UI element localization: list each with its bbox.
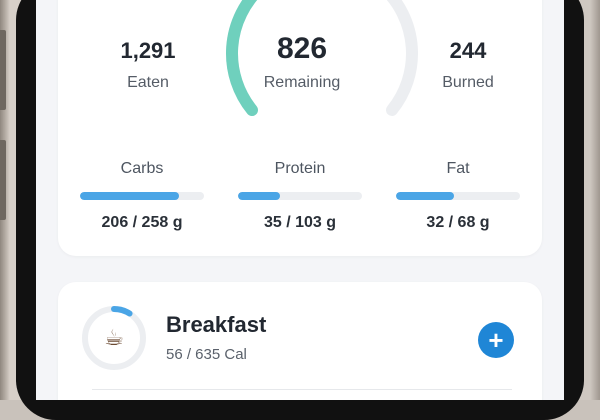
macro-fat: Fat 32 / 68 g [396,160,520,232]
macro-progress-track [238,192,362,200]
macro-progress-fill [238,192,281,200]
coffee-icon: ☕ [104,325,124,350]
macro-carbs: Carbs 206 / 258 g [80,160,204,232]
calorie-summary-card: 1,291 Eaten 826 Remaining 244 Burned Car… [58,0,542,256]
app-screen: 1,291 Eaten 826 Remaining 244 Burned Car… [36,0,564,400]
macro-name: Carbs [120,160,164,177]
burned-label: Burned [442,74,494,91]
macro-progress-fill [396,192,455,200]
remaining-value: 826 [276,32,328,65]
device-background: 1,291 Eaten 826 Remaining 244 Burned Car… [0,0,600,420]
divider [92,389,512,390]
device-side-button [0,140,6,220]
macro-progress-fill [80,192,180,200]
macro-progress-track [396,192,520,200]
add-food-button[interactable]: + [478,322,514,358]
eaten-value: 1,291 [120,38,176,63]
meal-card-breakfast[interactable]: ☕ Breakfast 56 / 635 Cal + [58,282,542,400]
macro-value: 35 / 103 g [263,214,337,231]
meal-title: Breakfast [166,312,267,337]
macro-value: 206 / 258 g [101,214,183,231]
macro-value: 32 / 68 g [426,214,490,231]
macro-name: Protein [274,160,326,177]
macro-protein: Protein 35 / 103 g [238,160,362,232]
macro-progress-track [80,192,204,200]
plus-icon: + [488,325,504,355]
meal-calories: 56 / 635 Cal [166,346,247,363]
macro-name: Fat [446,160,470,177]
remaining-label: Remaining [263,74,341,91]
burned-value: 244 [449,38,487,63]
device-side-button [0,30,6,110]
eaten-label: Eaten [127,74,169,91]
